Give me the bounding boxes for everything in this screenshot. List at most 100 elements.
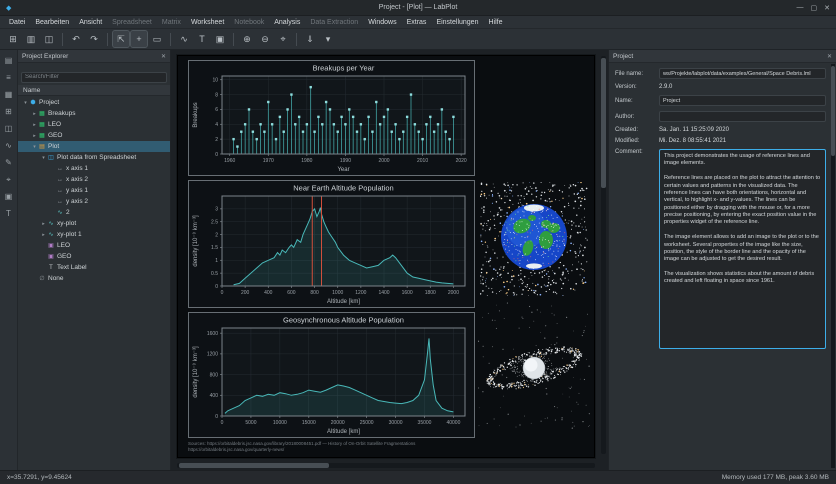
- chart-canvas: 1960 1970 1980 1990 2000 2010 2020 0 2 4 6 8 10 Break…: [193, 64, 467, 174]
- new-icon[interactable]: ⊞: [5, 31, 21, 47]
- dock-notebook-icon[interactable]: ✎: [2, 156, 15, 169]
- dock-matrix-icon[interactable]: ⊞: [2, 105, 15, 118]
- expand-icon[interactable]: ▸: [40, 232, 47, 238]
- tree-item-xy-plot-1[interactable]: ▸ ∿ xy-plot 1: [18, 229, 170, 240]
- tree-item-2[interactable]: ∿ 2: [18, 207, 170, 218]
- file-name-input[interactable]: [659, 68, 826, 79]
- worksheet-page[interactable]: 1960 1970 1980 1990 2000 2010 2020 0 2 4 6 8 10 Break…: [177, 55, 595, 458]
- axis-icon: ↔: [57, 176, 63, 183]
- menu-windows[interactable]: Windows: [363, 19, 401, 26]
- tree-item-text-label[interactable]: T Text Label: [18, 262, 170, 273]
- zoom-out-icon[interactable]: ⊖: [257, 31, 273, 47]
- svg-text:1600: 1600: [207, 331, 218, 337]
- expand-icon[interactable]: ▾: [40, 155, 47, 161]
- project-tree: ▾ ⬢ Project ▸ ▦ Breakups ▸ ▦ LEO ▸ ▦ GEO ▾ ▤ Plot ▾ ◫ Plo…: [18, 96, 170, 470]
- expand-icon[interactable]: ▸: [31, 111, 38, 117]
- tree-item-x-axis-2[interactable]: ↔ x axis 2: [18, 174, 170, 185]
- earth-debris-image[interactable]: [480, 182, 588, 296]
- worksheet-view: 1960 1970 1980 1990 2000 2010 2020 0 2 4 6 8 10 Break…: [171, 50, 608, 470]
- export-icon[interactable]: ⇓: [302, 31, 318, 47]
- redo-icon[interactable]: ↷: [86, 31, 102, 47]
- project-explorer-close-icon[interactable]: ✕: [161, 53, 166, 60]
- menu-ansicht[interactable]: Ansicht: [74, 19, 107, 26]
- dock-worksheet-icon[interactable]: ◫: [2, 122, 15, 135]
- add-plot-icon[interactable]: ∿: [176, 31, 192, 47]
- comment-box[interactable]: This project demonstrates the usage of r…: [659, 149, 826, 349]
- tree-item-y-axis-1[interactable]: ↔ y axis 1: [18, 185, 170, 196]
- dock-properties-icon[interactable]: ≡: [2, 71, 15, 84]
- properties-scrollbar[interactable]: [831, 64, 835, 468]
- menu-einstellungen[interactable]: Einstellungen: [431, 19, 483, 26]
- expand-icon[interactable]: ▾: [22, 100, 29, 106]
- dock-note-icon[interactable]: T: [2, 207, 15, 220]
- created-label: Created:: [615, 127, 639, 133]
- minimize-button[interactable]: —: [797, 4, 804, 12]
- pan-mode-icon[interactable]: +: [130, 30, 148, 48]
- plot-breakups-per-year[interactable]: 1960 1970 1980 1990 2000 2010 2020 0 2 4 6 8 10 Break…: [188, 60, 475, 176]
- svg-text:0: 0: [215, 414, 218, 420]
- dock-plot-icon[interactable]: ∿: [2, 139, 15, 152]
- geo-debris-ring-image[interactable]: [478, 302, 590, 430]
- properties-close-icon[interactable]: ✕: [827, 53, 832, 60]
- menu-hilfe[interactable]: Hilfe: [483, 19, 507, 26]
- select-mode-icon[interactable]: ⇱: [112, 30, 130, 48]
- tree-item-leo[interactable]: ▣ LEO: [18, 240, 170, 251]
- svg-text:2020: 2020: [456, 158, 467, 164]
- plot-near-earth-altitude[interactable]: 0 200 400 600 800 1000 1200 1400 1600 1800 2000 0 0.…: [188, 180, 475, 308]
- tree-item-label: x axis 1: [66, 165, 89, 172]
- axis-icon: ↔: [57, 165, 63, 172]
- left-dock-toolbar: ▤ ≡ ▦ ⊞ ◫ ∿ ✎ ⌖ ▣ T: [0, 50, 18, 470]
- menu-matrix[interactable]: Matrix: [157, 19, 186, 26]
- tree-item-geo[interactable]: ▣ GEO: [18, 251, 170, 262]
- menu-data-extraction[interactable]: Data Extraction: [305, 19, 363, 26]
- author-input[interactable]: [659, 111, 826, 122]
- maximize-button[interactable]: ▢: [811, 4, 818, 12]
- tree-item-plot[interactable]: ▾ ▤ Plot: [18, 141, 170, 152]
- titlebar: ◆ Project - [Plot] — LabPlot — ▢ ✕: [0, 0, 836, 16]
- close-button[interactable]: ✕: [824, 4, 830, 12]
- tree-item-plot-data-from-spreadsheet[interactable]: ▾ ◫ Plot data from Spreadsheet: [18, 152, 170, 163]
- zoom-in-icon[interactable]: ⊕: [239, 31, 255, 47]
- dock-spreadsheet-icon[interactable]: ▦: [2, 88, 15, 101]
- menu-extras[interactable]: Extras: [402, 19, 432, 26]
- expand-icon[interactable]: ▾: [31, 144, 38, 150]
- undo-icon[interactable]: ↶: [68, 31, 84, 47]
- dock-datapicker-icon[interactable]: ⌖: [2, 173, 15, 186]
- tree-item-leo[interactable]: ▸ ▦ LEO: [18, 119, 170, 130]
- tree-item-label: 2: [66, 209, 70, 216]
- tree-item-xy-plot[interactable]: ▸ ∿ xy-plot: [18, 218, 170, 229]
- menu-bearbeiten[interactable]: Bearbeiten: [30, 19, 74, 26]
- add-text-label-icon[interactable]: T: [194, 31, 210, 47]
- tree-item-label: GEO: [57, 253, 72, 260]
- more-dropdown-icon[interactable]: ▾: [320, 31, 336, 47]
- zoom-select-icon[interactable]: ▭: [149, 31, 165, 47]
- tree-item-geo[interactable]: ▸ ▦ GEO: [18, 130, 170, 141]
- name-input[interactable]: [659, 95, 826, 106]
- search-input[interactable]: [21, 71, 167, 83]
- properties-title: Project: [613, 52, 634, 60]
- tree-item-breakups[interactable]: ▸ ▦ Breakups: [18, 108, 170, 119]
- worksheet-vertical-scrollbar[interactable]: [601, 56, 606, 454]
- tree-item-project[interactable]: ▾ ⬢ Project: [18, 97, 170, 108]
- open-icon[interactable]: ▥: [23, 31, 39, 47]
- menu-worksheet[interactable]: Worksheet: [186, 19, 229, 26]
- expand-icon[interactable]: ▸: [31, 133, 38, 139]
- menu-spreadsheet[interactable]: Spreadsheet: [107, 19, 157, 26]
- menu-datei[interactable]: Datei: [4, 19, 30, 26]
- zoom-fit-icon[interactable]: ⌖: [275, 31, 291, 47]
- tree-item-label: Breakups: [48, 110, 76, 117]
- tree-item-y-axis-2[interactable]: ↔ y axis 2: [18, 196, 170, 207]
- tree-column-header: Name: [18, 85, 170, 96]
- expand-icon[interactable]: ▸: [40, 221, 47, 227]
- plot-geosynchronous-altitude[interactable]: 0 5000 10000 15000 20000 25000 30000 35000 40000…: [188, 312, 475, 438]
- worksheet-horizontal-scrollbar[interactable]: [177, 463, 595, 468]
- add-image-icon[interactable]: ▣: [212, 31, 228, 47]
- menu-analysis[interactable]: Analysis: [269, 19, 305, 26]
- dock-project-explorer-icon[interactable]: ▤: [2, 54, 15, 67]
- menu-notebook[interactable]: Notebook: [229, 19, 269, 26]
- tree-item-none[interactable]: ∅ None: [18, 273, 170, 284]
- dock-image-icon[interactable]: ▣: [2, 190, 15, 203]
- expand-icon[interactable]: ▸: [31, 122, 38, 128]
- tree-item-x-axis-1[interactable]: ↔ x axis 1: [18, 163, 170, 174]
- save-icon[interactable]: ◫: [41, 31, 57, 47]
